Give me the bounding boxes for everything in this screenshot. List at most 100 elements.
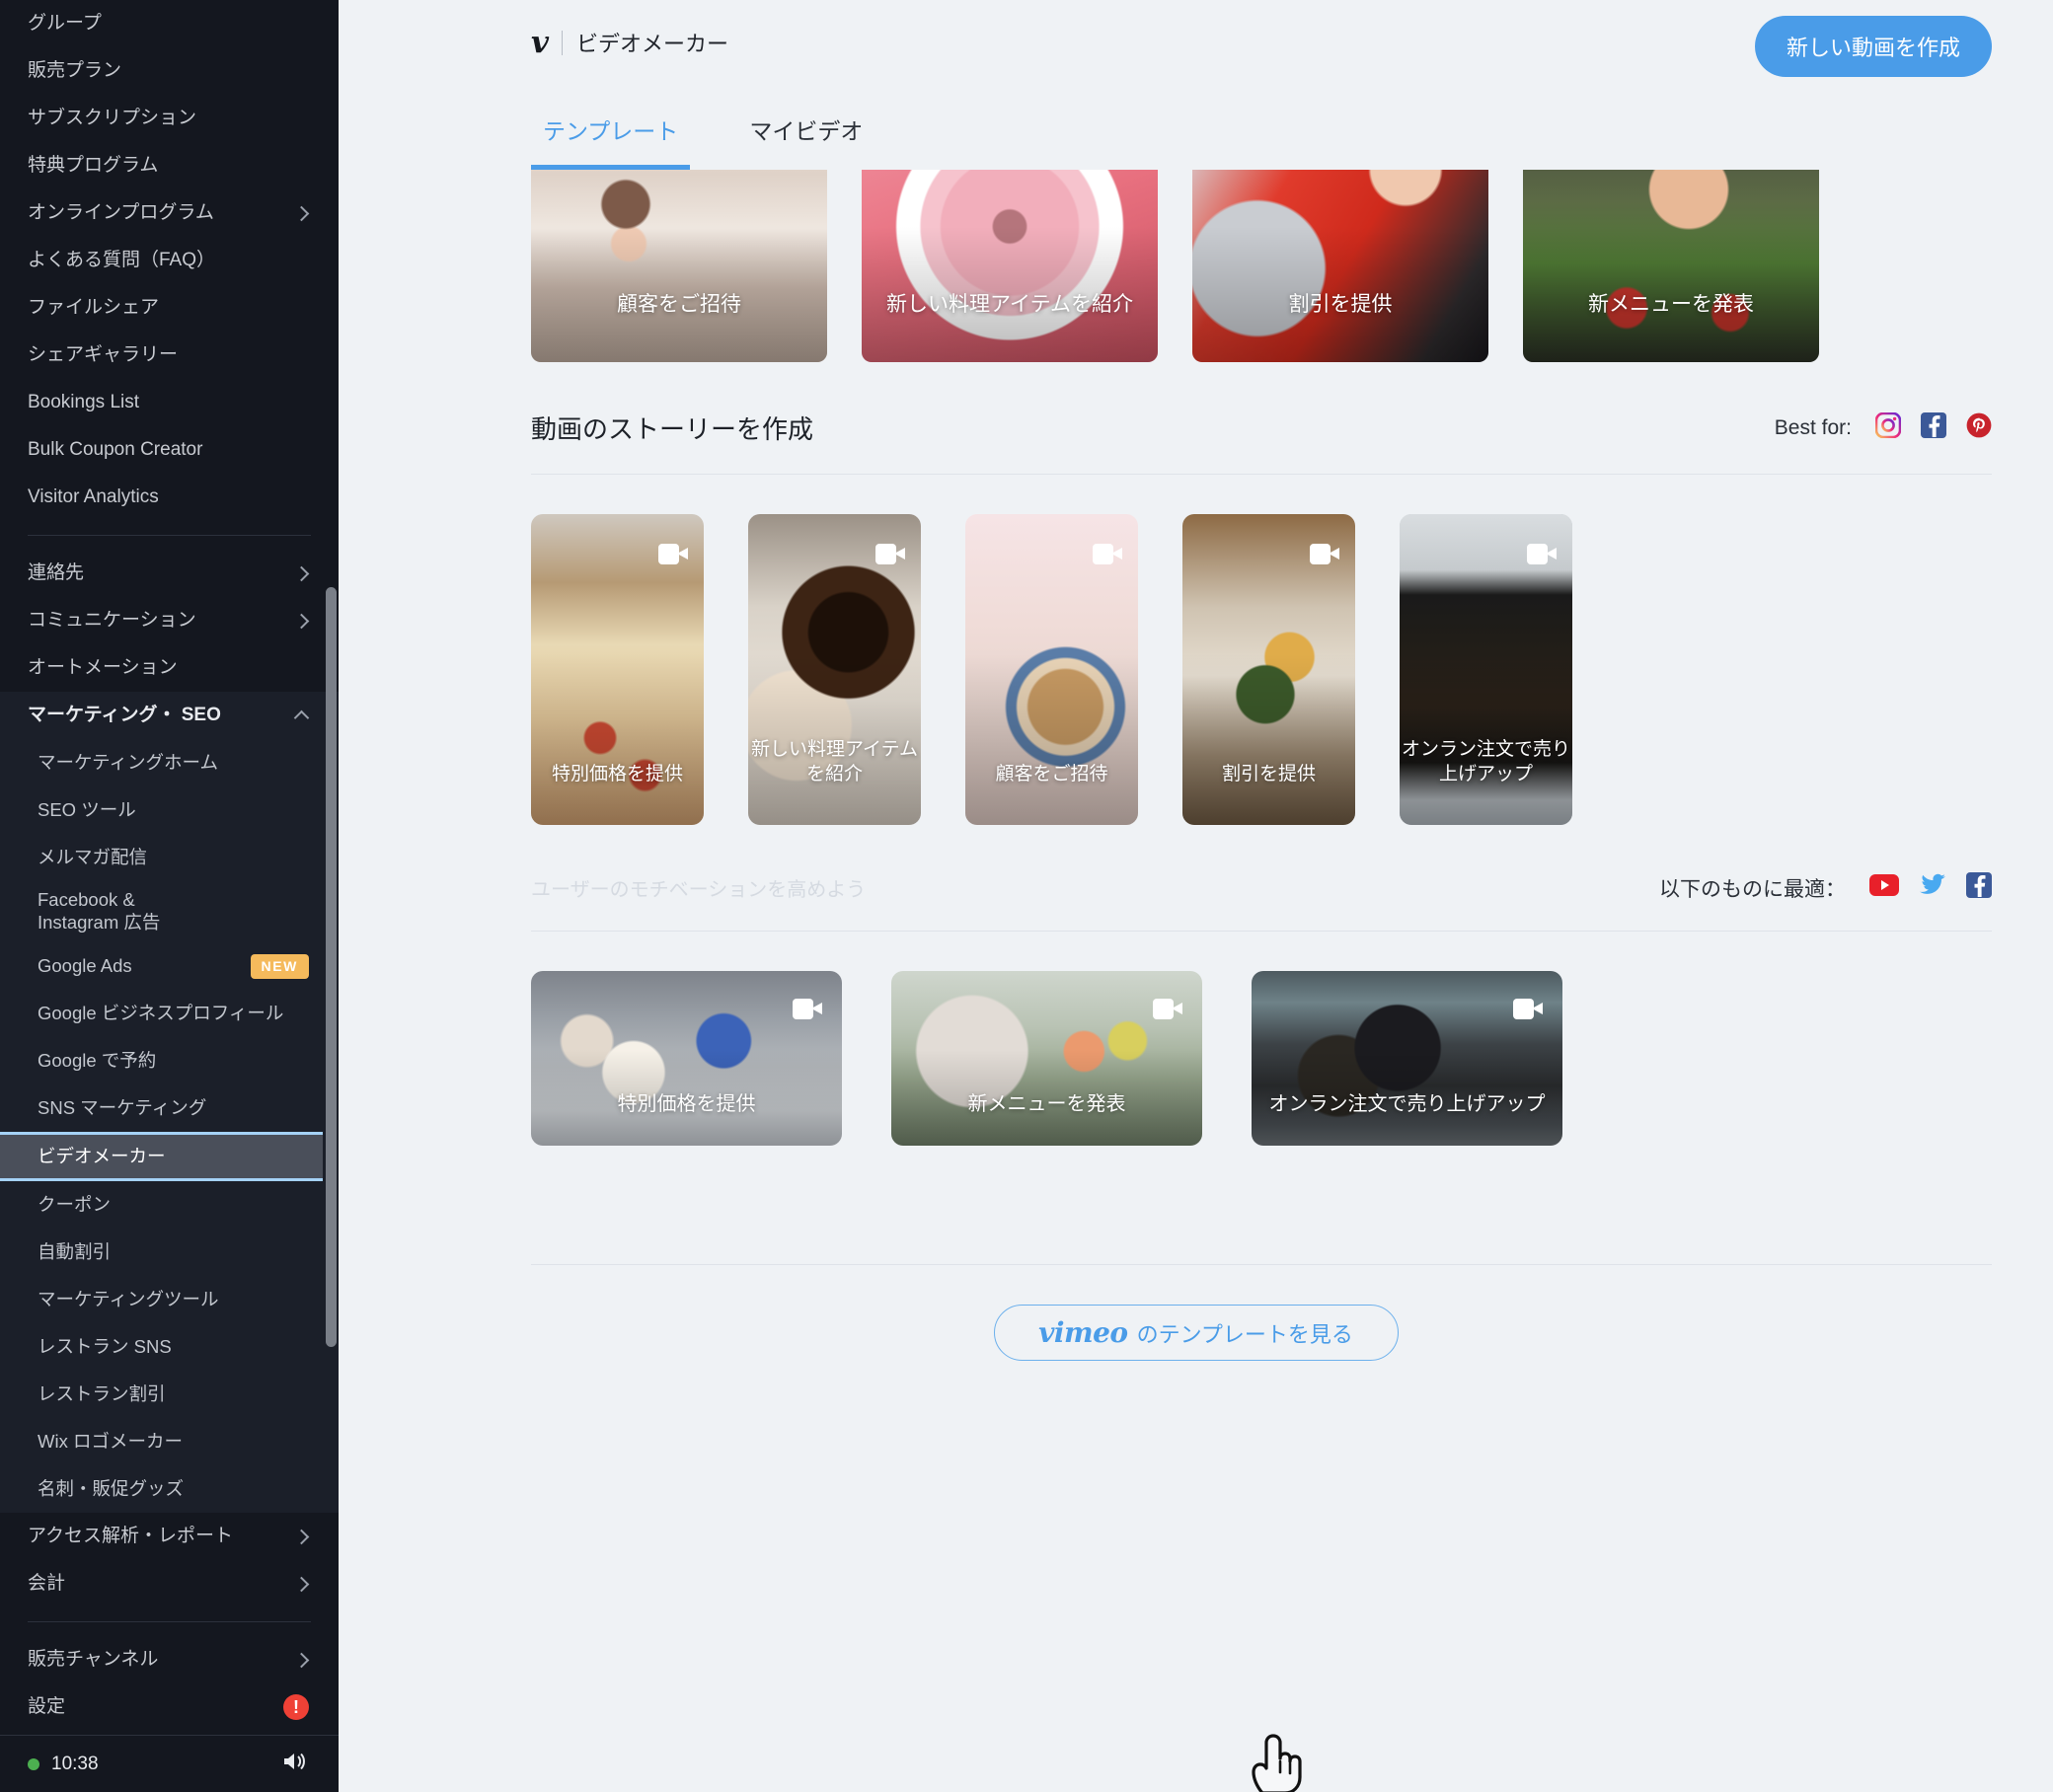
sidebar-item-top-1[interactable]: 販売プラン <box>0 47 339 95</box>
template-card-top-3[interactable]: 新メニューを発表 <box>1523 170 1819 362</box>
template-caption: 新しい料理アイテムを紹介 <box>886 292 1133 316</box>
sidebar-item-mkt-10[interactable]: 自動割引 <box>0 1229 339 1276</box>
sidebar-item-top-10[interactable]: Visitor Analytics <box>0 474 339 521</box>
template-card-top-0[interactable]: 顧客をご招待 <box>531 170 827 362</box>
template-card-wide-1[interactable]: 新メニューを発表 <box>891 971 1202 1146</box>
tab-0[interactable]: テンプレート <box>531 112 691 170</box>
youtube-icon[interactable] <box>1869 874 1899 901</box>
vimeo-logo-icon: v <box>531 24 549 60</box>
sidebar-item-mkt-2[interactable]: メルマガ配信 <box>0 834 339 881</box>
sidebar-item-after-0[interactable]: アクセス解析・レポート <box>0 1513 339 1560</box>
sidebar-item-mkt-8[interactable]: ビデオメーカー <box>0 1132 323 1181</box>
sidebar-item-mid-2[interactable]: オートメーション <box>0 644 339 692</box>
wide-best-for: 以下のものに最適： <box>1659 872 1992 903</box>
tab-1[interactable]: マイビデオ <box>737 112 874 170</box>
sidebar-item-mkt-14[interactable]: Wix ロゴメーカー <box>0 1418 339 1465</box>
sidebar-item-mkt-6[interactable]: Google で予約 <box>0 1037 339 1084</box>
sidebar-item-label: 会計 <box>28 1573 66 1595</box>
template-thumbnail <box>1523 170 1819 362</box>
sidebar-item-top-9[interactable]: Bulk Coupon Creator <box>0 426 339 474</box>
sidebar-item-top-4[interactable]: オンラインプログラム <box>0 189 339 237</box>
sidebar-item-label: シェアギャラリー <box>28 344 179 366</box>
sidebar-item-label: Bookings List <box>28 392 140 413</box>
template-caption: 新メニューを発表 <box>967 1093 1126 1115</box>
sidebar-item-group-marketing[interactable]: マーケティング・ SEO <box>0 692 339 739</box>
template-card-story-0[interactable]: 特別価格を提供 <box>531 514 704 825</box>
sidebar-item-label: メルマガ配信 <box>38 846 148 867</box>
sidebar-item-mid-1[interactable]: コミュニケーション <box>0 597 339 644</box>
video-camera-icon <box>875 544 905 564</box>
facebook-icon[interactable] <box>1921 412 1946 443</box>
best-for-label-2: 以下のものに最適： <box>1659 877 1846 901</box>
sidebar-item-bot-0[interactable]: 販売チャンネル <box>0 1636 339 1683</box>
sidebar-item-mkt-5[interactable]: Google ビジネスプロフィール <box>0 990 339 1037</box>
template-card-wide-0[interactable]: 特別価格を提供 <box>531 971 842 1146</box>
chevron-up-icon <box>293 709 310 726</box>
create-new-video-button[interactable]: 新しい動画を作成 <box>1754 16 1992 77</box>
story-best-for: Best for: <box>1774 411 1992 443</box>
video-camera-icon <box>658 544 688 564</box>
sidebar-item-top-3[interactable]: 特典プログラム <box>0 142 339 189</box>
view-vimeo-templates-button[interactable]: vimeo のテンプレートを見る <box>993 1305 1399 1361</box>
template-card-top-1[interactable]: 新しい料理アイテムを紹介 <box>862 170 1158 362</box>
sidebar-item-mkt-1[interactable]: SEO ツール <box>0 786 339 834</box>
facebook-icon-2[interactable] <box>1966 872 1992 903</box>
template-card-story-4[interactable]: オンラン注文で売り 上げアップ <box>1400 514 1572 825</box>
template-card-story-3[interactable]: 割引を提供 <box>1182 514 1355 825</box>
sidebar-item-mkt-3[interactable]: Facebook & Instagram 広告 <box>0 881 339 942</box>
sidebar-item-bot-1[interactable]: 設定! <box>0 1683 339 1731</box>
sidebar-item-top-7[interactable]: シェアギャラリー <box>0 332 339 379</box>
sidebar-item-label: Wix ロゴメーカー <box>38 1430 183 1452</box>
twitter-icon[interactable] <box>1919 873 1946 902</box>
sidebar-item-mkt-0[interactable]: マーケティングホーム <box>0 739 339 786</box>
template-card-top-2[interactable]: 割引を提供 <box>1192 170 1488 362</box>
sidebar-item-mkt-12[interactable]: レストラン SNS <box>0 1323 339 1371</box>
page-title: ビデオメーカー <box>576 32 729 56</box>
template-card-story-1[interactable]: 新しい料理アイテム を紹介 <box>748 514 921 825</box>
sidebar-item-label: 販売チャンネル <box>28 1649 159 1671</box>
sidebar-item-mkt-4[interactable]: Google Ads NEW <box>0 942 339 990</box>
template-thumbnail <box>531 971 842 1146</box>
template-caption: 顧客をご招待 <box>617 292 741 316</box>
sidebar-item-label: レストラン SNS <box>38 1335 172 1357</box>
instagram-icon[interactable] <box>1874 411 1902 443</box>
chevron-right-icon <box>293 205 310 221</box>
video-camera-icon <box>1093 544 1122 564</box>
template-thumbnail <box>862 170 1158 362</box>
template-caption: 特別価格を提供 <box>551 764 683 785</box>
pinterest-icon[interactable] <box>1966 412 1992 443</box>
story-card-row: 特別価格を提供 新しい料理アイテム を紹介 顧客をご招待 割引を提供 オンラン注文で売り上… <box>531 514 2053 825</box>
sidebar-item-top-6[interactable]: ファイルシェア <box>0 284 339 332</box>
template-card-wide-2[interactable]: オンラン注文で売り上げアップ <box>1252 971 1562 1146</box>
wide-section-header: ユーザーのモチベーションを高めよう 以下のものに最適： <box>531 872 1992 903</box>
sidebar-item-mkt-9[interactable]: クーポン <box>0 1181 339 1229</box>
video-camera-icon <box>793 999 822 1019</box>
best-for-label: Best for: <box>1774 415 1852 439</box>
sidebar-item-label: 名刺・販促グッズ <box>38 1477 185 1499</box>
sidebar-item-mkt-13[interactable]: レストラン割引 <box>0 1371 339 1418</box>
sidebar-item-label: オートメーション <box>28 657 178 679</box>
speaker-icon[interactable] <box>281 1750 311 1778</box>
sidebar-item-label: オンラインプログラム <box>28 202 214 224</box>
sidebar-item-top-5[interactable]: よくある質問（FAQ） <box>0 237 339 284</box>
sidebar-item-mkt-7[interactable]: SNS マーケティング <box>0 1084 339 1132</box>
sidebar-item-label: SNS マーケティング <box>38 1096 207 1118</box>
sidebar-item-label: Visitor Analytics <box>28 486 159 508</box>
chevron-right-icon <box>293 1576 310 1592</box>
sidebar-item-after-1[interactable]: 会計 <box>0 1560 339 1607</box>
sidebar-item-label: ビデオメーカー <box>38 1145 166 1166</box>
sidebar-item-label: レストラン割引 <box>38 1382 166 1404</box>
sidebar-item-mid-0[interactable]: 連絡先 <box>0 550 339 597</box>
sidebar-item-top-0[interactable]: グループ <box>0 0 339 47</box>
sidebar-item-mkt-11[interactable]: マーケティングツール <box>0 1276 339 1323</box>
sidebar-divider-2 <box>28 1621 311 1622</box>
brand: v ビデオメーカー <box>531 27 728 58</box>
video-camera-icon <box>1527 544 1557 564</box>
sidebar-item-label: 設定 <box>28 1696 66 1718</box>
sidebar-scrollbar[interactable] <box>326 587 337 1347</box>
sidebar-item-top-2[interactable]: サブスクリプション <box>0 95 339 142</box>
sidebar-item-label: 自動割引 <box>38 1240 112 1262</box>
template-card-story-2[interactable]: 顧客をご招待 <box>965 514 1138 825</box>
sidebar-item-mkt-15[interactable]: 名刺・販促グッズ <box>0 1465 339 1513</box>
sidebar-item-top-8[interactable]: Bookings List <box>0 379 339 426</box>
